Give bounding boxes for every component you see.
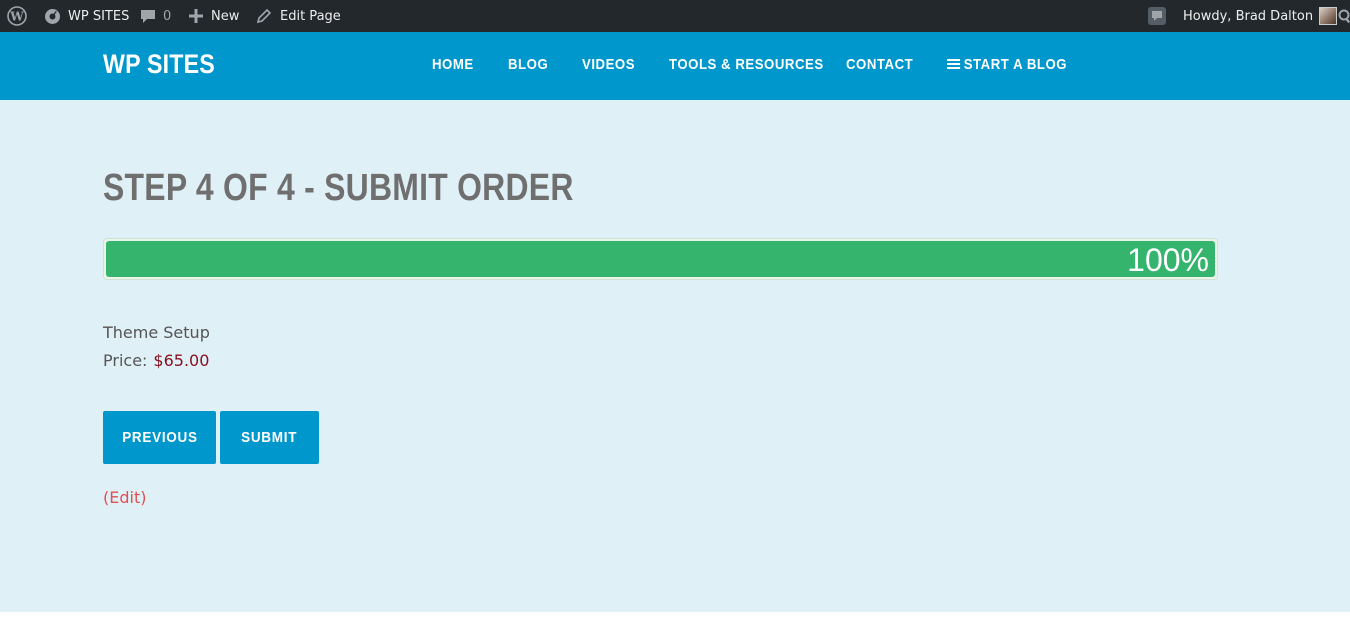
progress-label: 100% [1127,242,1209,278]
site-title[interactable]: WP SITES [103,49,215,80]
progress-bar: 100% [103,238,1218,280]
previous-button[interactable]: PREVIOUS [103,411,216,464]
pencil-icon [256,8,272,24]
price-row: Price: $65.00 [103,351,209,370]
search-icon [1338,9,1350,23]
comments-count: 0 [163,8,172,24]
notification-icon [1147,6,1167,26]
start-a-blog-label: START A BLOG [963,56,1068,73]
svg-text:W: W [9,10,24,24]
price-value: $65.00 [153,351,210,370]
admin-bar: W WP SITES 0 New Edit Page Howdy, Brad D… [0,0,1350,32]
nav-item-start-a-blog[interactable]: START A BLOG [947,56,1067,74]
account-menu[interactable]: Howdy, Brad Dalton [1183,0,1338,32]
plus-icon [189,9,203,23]
new-content-button[interactable]: New [189,0,239,32]
dashboard-icon [44,8,61,25]
progress-fill: 100% [106,241,1215,277]
edit-page-label: Edit Page [280,8,341,24]
submit-button-label: SUBMIT [241,429,298,446]
nav-item-tools-resources[interactable]: TOOLS & RESOURCES [669,56,824,73]
avatar [1319,7,1338,25]
nav-item-blog[interactable]: BLOG [508,56,548,73]
price-label: Price: [103,351,148,370]
nav-item-home[interactable]: HOME [432,56,474,73]
nav-item-contact[interactable]: CONTACT [846,56,913,73]
wordpress-logo-button[interactable]: W [7,0,27,32]
edit-link[interactable]: (Edit) [103,488,146,507]
wordpress-icon: W [7,6,27,26]
site-name-label: WP SITES [68,8,130,24]
comments-button[interactable]: 0 [140,0,171,32]
nav-item-videos[interactable]: VIDEOS [582,56,635,73]
previous-button-label: PREVIOUS [121,429,198,446]
comment-icon [140,8,156,24]
product-name: Theme Setup [103,323,210,342]
search-button[interactable] [1338,0,1350,32]
site-header: WP SITES HOME BLOG VIDEOS TOOLS & RESOUR… [0,32,1350,100]
edit-page-button[interactable]: Edit Page [256,0,341,32]
main-content: STEP 4 OF 4 - SUBMIT ORDER 100% Theme Se… [0,100,1350,612]
new-label: New [211,8,240,24]
site-name-menu[interactable]: WP SITES [44,0,129,32]
menu-icon [947,57,961,74]
notifications-button[interactable] [1147,0,1167,32]
page-title: STEP 4 OF 4 - SUBMIT ORDER [103,167,574,209]
submit-button[interactable]: SUBMIT [220,411,319,464]
howdy-text: Howdy, Brad Dalton [1183,8,1314,24]
